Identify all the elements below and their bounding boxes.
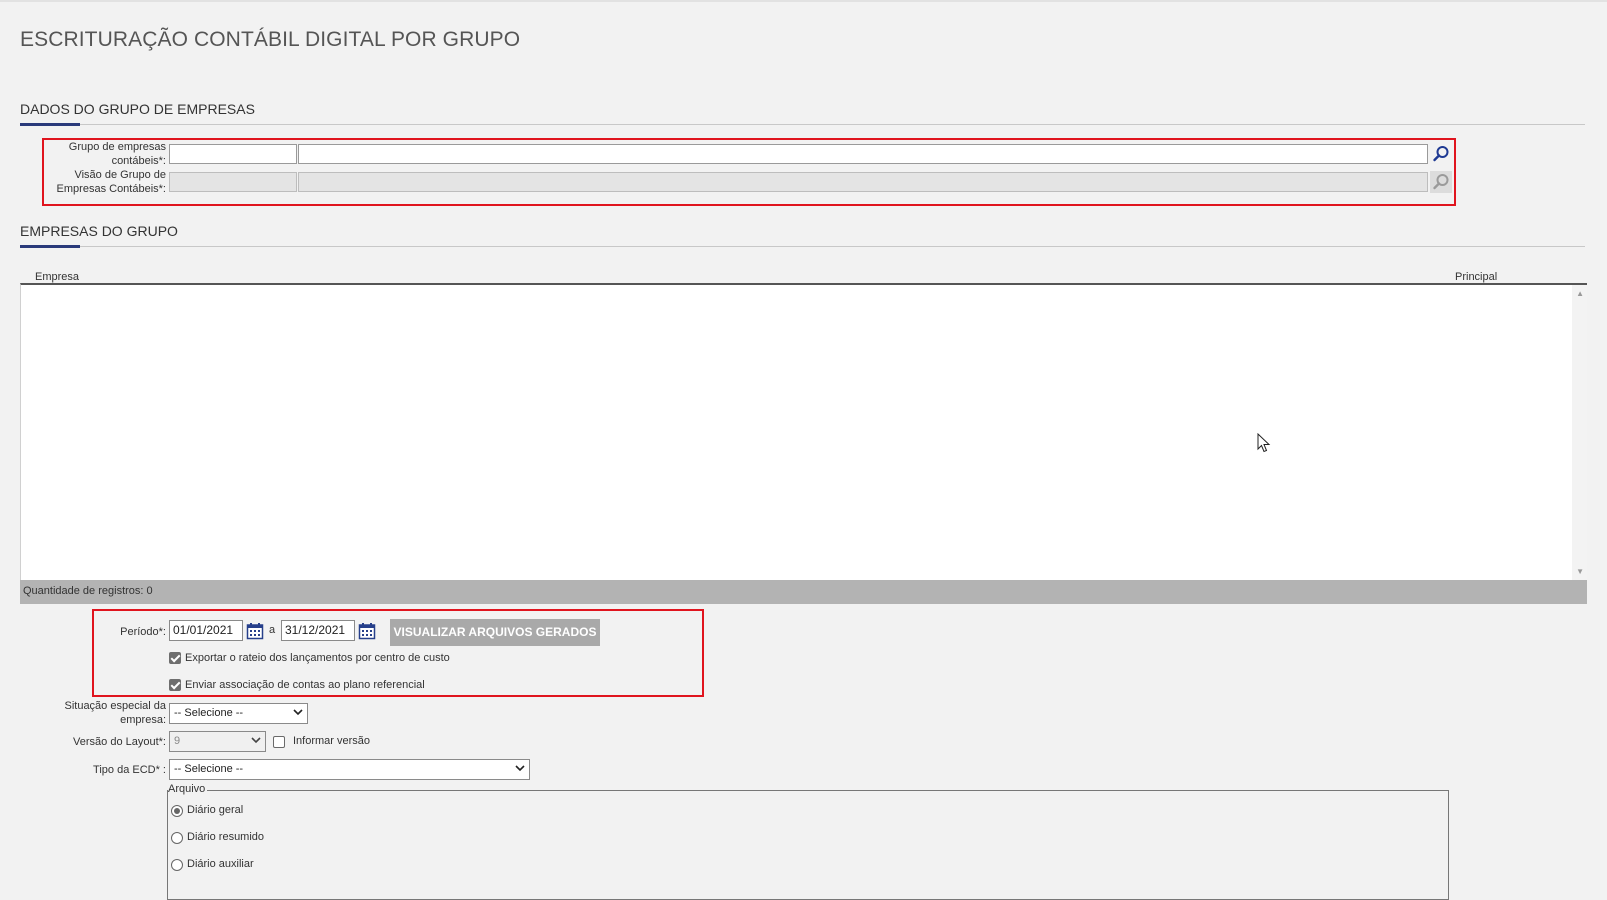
section-title-companies: EMPRESAS DO GRUPO <box>20 223 178 239</box>
section-title-group-data: DADOS DO GRUPO DE EMPRESAS <box>20 101 255 117</box>
grid-scrollbar[interactable]: ▲ ▼ <box>1572 285 1587 580</box>
chevron-down-icon <box>293 709 303 716</box>
layout-version-label: Versão do Layout*: <box>73 736 166 748</box>
grupo-label: Grupo de empresas contábeis*: <box>68 141 166 167</box>
period-end-input[interactable]: 31/12/2021 <box>281 620 355 641</box>
visao-name-input <box>298 172 1428 192</box>
period-start-input[interactable]: 01/01/2021 <box>169 620 243 641</box>
visao-label: Visão de Grupo de Empresas Contábeis*: <box>56 169 166 195</box>
column-header-empresa[interactable]: Empresa <box>35 271 79 283</box>
radio-label-diario-auxiliar: Diário auxiliar <box>187 858 254 870</box>
page-title: ESCRITURAÇÃO CONTÁBIL DIGITAL POR GRUPO <box>20 28 521 51</box>
companies-grid: ▲ ▼ <box>20 283 1587 580</box>
section-accent <box>20 245 80 248</box>
informar-versao-checkbox[interactable] <box>273 736 285 748</box>
search-icon <box>1433 146 1449 162</box>
section-divider <box>20 246 1585 247</box>
export-rateio-label: Exportar o rateio dos lançamentos por ce… <box>185 652 450 664</box>
grid-record-count: Quantidade de registros: 0 <box>20 580 1587 604</box>
grupo-search-button[interactable] <box>1430 143 1452 165</box>
visao-search-button <box>1430 171 1452 193</box>
chevron-down-icon <box>251 737 261 744</box>
radio-label-diario-geral: Diário geral <box>187 804 244 816</box>
arquivo-fieldset <box>167 790 1449 900</box>
top-border <box>0 0 1607 2</box>
visao-code-input <box>169 172 297 192</box>
search-icon <box>1433 174 1449 190</box>
tipo-ecd-label: Tipo da ECD* : <box>93 764 166 776</box>
send-association-checkbox[interactable] <box>169 679 181 691</box>
radio-label-diario-resumido: Diário resumido <box>187 831 265 843</box>
section-accent <box>20 123 80 126</box>
scroll-up-arrow[interactable]: ▲ <box>1576 289 1584 298</box>
radio-diario-geral[interactable] <box>171 805 183 817</box>
column-header-principal[interactable]: Principal <box>1455 271 1497 283</box>
grupo-name-input[interactable] <box>298 144 1428 164</box>
chevron-down-icon <box>515 765 525 772</box>
radio-diario-resumido[interactable] <box>171 832 183 844</box>
calendar-icon[interactable] <box>358 622 376 640</box>
layout-version-select: 9 <box>169 731 266 752</box>
informar-versao-label: Informar versão <box>293 735 371 747</box>
periodo-label: Período*: <box>120 626 166 638</box>
situacao-select[interactable]: -- Selecione -- <box>169 703 308 724</box>
grupo-code-input[interactable] <box>169 144 297 164</box>
export-rateio-checkbox[interactable] <box>169 652 181 664</box>
section-divider <box>20 124 1585 125</box>
arquivo-legend: Arquivo <box>168 783 208 795</box>
period-separator: a <box>269 624 276 636</box>
scroll-down-arrow[interactable]: ▼ <box>1576 567 1584 576</box>
mouse-cursor-icon <box>1257 433 1271 453</box>
tipo-ecd-select[interactable]: -- Selecione -- <box>169 759 530 780</box>
view-generated-files-button[interactable]: VISUALIZAR ARQUIVOS GERADOS <box>390 619 600 646</box>
calendar-icon[interactable] <box>246 622 264 640</box>
send-association-label: Enviar associação de contas ao plano ref… <box>185 679 425 691</box>
situacao-label: Situação especial da empresa: <box>64 700 166 726</box>
radio-diario-auxiliar[interactable] <box>171 859 183 871</box>
